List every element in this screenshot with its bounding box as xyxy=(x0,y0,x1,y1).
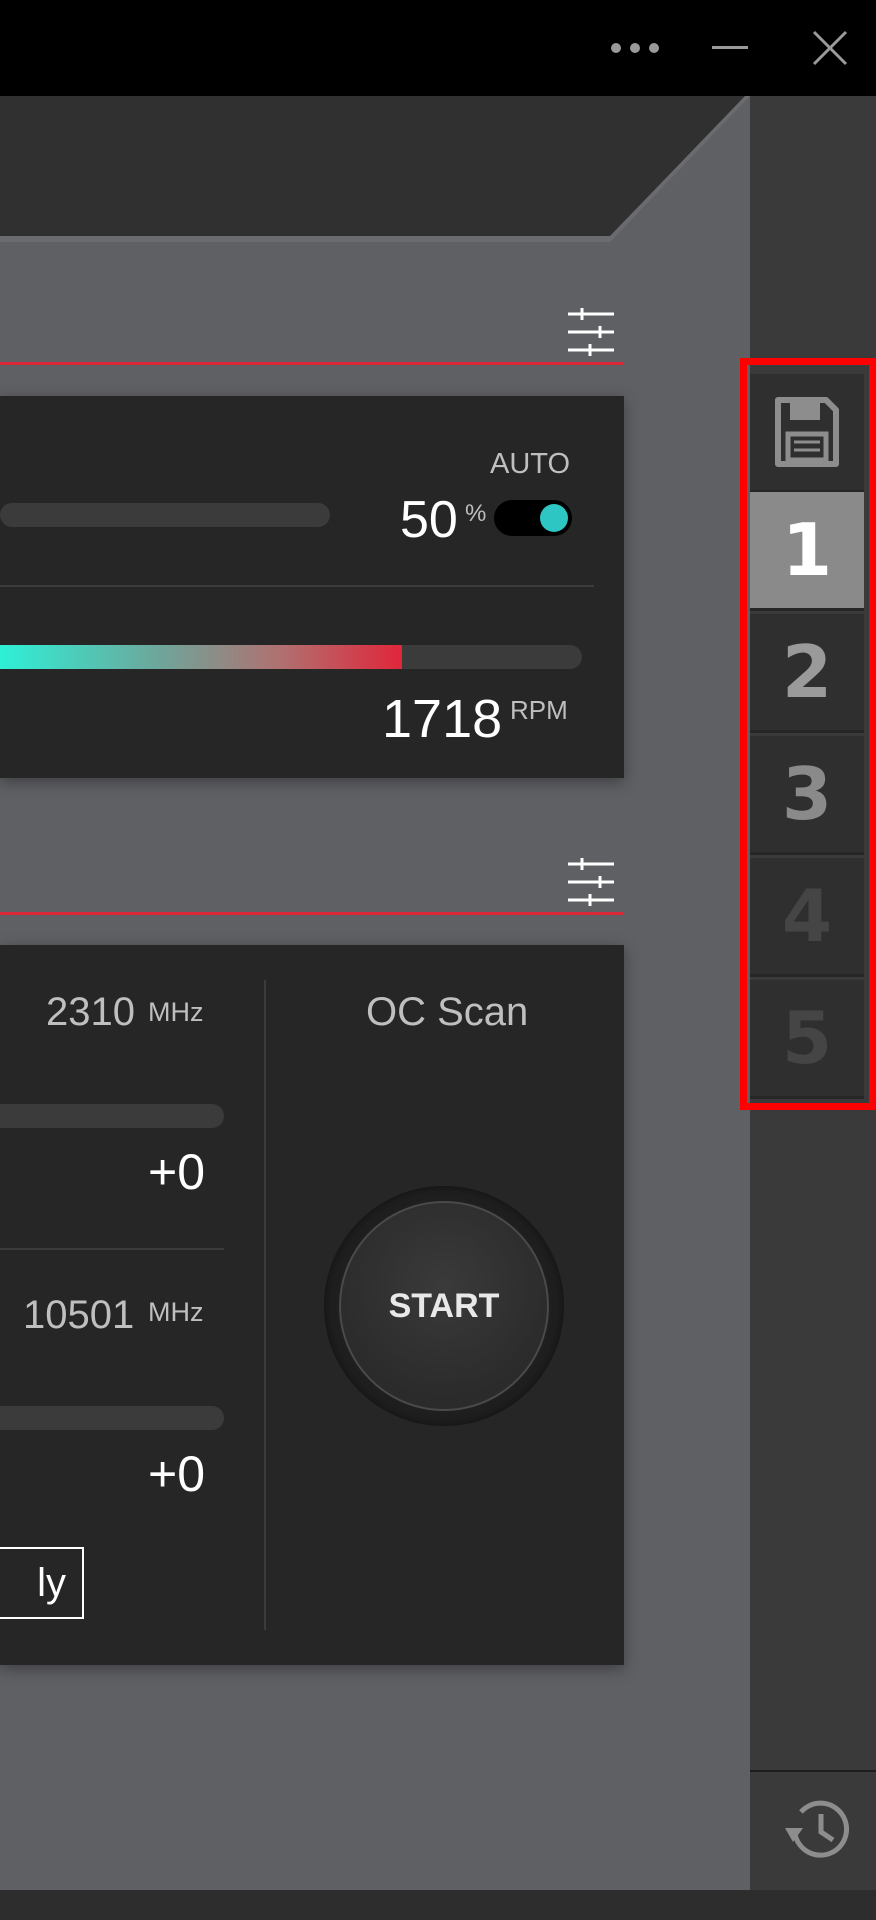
fan-section-accent-line xyxy=(0,362,624,365)
history-clock-icon xyxy=(785,1800,849,1858)
fan-rpm-unit: RPM xyxy=(510,695,568,725)
close-button[interactable] xyxy=(800,24,860,72)
profile-4-button[interactable]: 4 xyxy=(750,858,864,977)
profile-3-button[interactable]: 3 xyxy=(750,736,864,855)
memory-clock-offset: +0 xyxy=(148,1446,206,1502)
profile-2-label: 2 xyxy=(781,630,833,714)
save-profile-button[interactable] xyxy=(750,374,864,493)
core-clock-slider[interactable] xyxy=(0,1104,224,1128)
profile-4-label: 4 xyxy=(781,874,833,958)
core-clock-offset: +0 xyxy=(148,1144,206,1200)
apply-button[interactable]: ly xyxy=(0,1547,84,1619)
minimize-icon xyxy=(712,46,748,49)
memory-clock-slider[interactable] xyxy=(0,1406,224,1430)
profile-2-button[interactable]: 2 xyxy=(750,614,864,733)
header-band xyxy=(0,96,750,242)
floppy-disk-icon xyxy=(775,397,839,467)
fan-rpm-value: 1718 xyxy=(382,689,503,749)
window-titlebar xyxy=(0,0,876,96)
profile-1-label: 1 xyxy=(781,508,833,592)
oc-divider xyxy=(0,1248,224,1250)
core-clock-value: 2310 xyxy=(46,990,135,1034)
memory-clock-value: 10501 xyxy=(23,1293,135,1337)
more-options-button[interactable] xyxy=(600,24,670,72)
memory-clock-unit: MHz xyxy=(148,1297,204,1327)
oc-scan-start-button[interactable]: START xyxy=(339,1201,549,1411)
profile-5-button[interactable]: 5 xyxy=(750,980,864,1099)
oc-vertical-divider xyxy=(264,980,266,1630)
profile-1-button[interactable]: 1 xyxy=(750,492,864,611)
profile-3-label: 3 xyxy=(781,752,833,836)
bottom-bar xyxy=(0,1890,876,1920)
fan-speed-unit: % xyxy=(465,500,487,527)
profile-list: 1 2 3 4 5 xyxy=(740,358,876,1110)
oc-scan-title: OC Scan xyxy=(366,990,529,1034)
profile-5-label: 5 xyxy=(781,996,833,1080)
history-button[interactable] xyxy=(770,1790,860,1870)
more-horizontal-icon xyxy=(611,43,659,53)
fan-rpm-fill xyxy=(0,645,402,669)
fan-auto-toggle[interactable] xyxy=(494,500,572,536)
fan-mode-label: AUTO xyxy=(490,448,571,480)
fan-rpm-bar xyxy=(0,645,582,669)
toggle-knob xyxy=(540,504,568,532)
fan-speed-slider[interactable] xyxy=(0,503,330,527)
oc-settings-icon[interactable] xyxy=(566,856,616,908)
close-icon xyxy=(812,30,848,66)
oc-section-accent-line xyxy=(0,912,624,915)
core-clock-unit: MHz xyxy=(148,997,204,1027)
fan-settings-icon[interactable] xyxy=(566,306,616,358)
minimize-button[interactable] xyxy=(700,24,760,72)
sidebar-divider xyxy=(750,1770,876,1772)
fan-divider xyxy=(0,585,594,587)
fan-speed-value: 50 xyxy=(400,491,458,549)
